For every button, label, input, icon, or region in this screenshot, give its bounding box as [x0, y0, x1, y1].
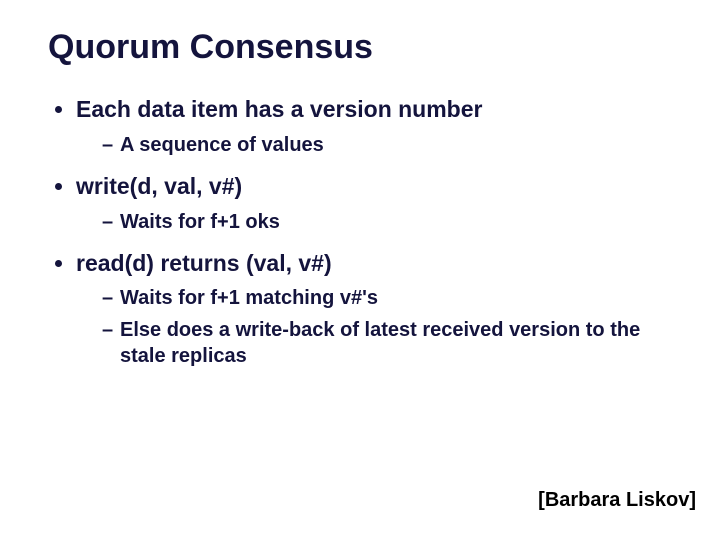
bullet-item: write(d, val, v#) Waits for f+1 oks	[76, 172, 672, 235]
bullet-text: read(d) returns (val, v#)	[76, 250, 332, 276]
bullet-item: Each data item has a version number A se…	[76, 95, 672, 158]
sub-list: A sequence of values	[76, 132, 672, 158]
sub-item: Waits for f+1 matching v#'s	[102, 285, 672, 311]
sub-list: Waits for f+1 matching v#'s Else does a …	[76, 285, 672, 369]
bullet-text: write(d, val, v#)	[76, 173, 242, 199]
sub-item: Waits for f+1 oks	[102, 209, 672, 235]
bullet-list: Each data item has a version number A se…	[48, 95, 672, 369]
attribution: [Barbara Liskov]	[538, 489, 696, 512]
sub-list: Waits for f+1 oks	[76, 209, 672, 235]
bullet-text: Each data item has a version number	[76, 96, 482, 122]
bullet-item: read(d) returns (val, v#) Waits for f+1 …	[76, 249, 672, 370]
slide-title: Quorum Consensus	[48, 28, 672, 67]
sub-item: Else does a write-back of latest receive…	[102, 317, 672, 369]
slide: Quorum Consensus Each data item has a ve…	[0, 0, 720, 540]
sub-item: A sequence of values	[102, 132, 672, 158]
